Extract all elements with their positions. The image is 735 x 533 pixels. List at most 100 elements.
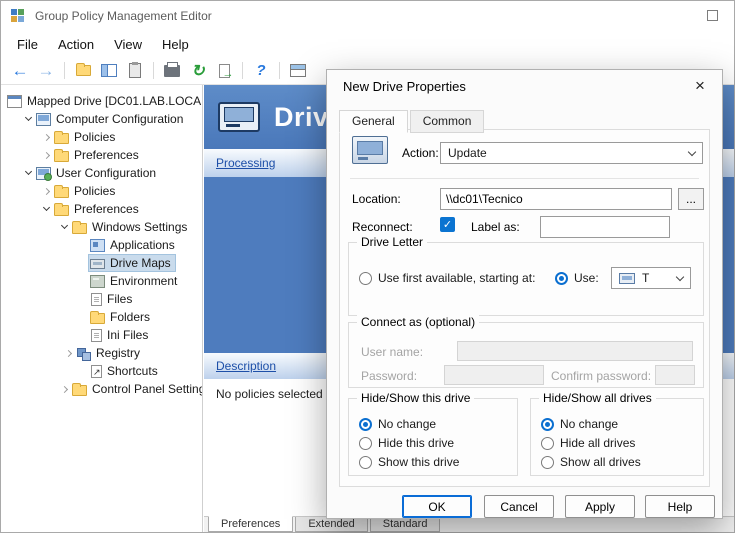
label-as-input[interactable] <box>540 216 670 238</box>
tree-item-environment[interactable]: Environment <box>1 272 202 290</box>
drive-letter-icon <box>619 273 635 284</box>
tree-item-mapped-drive[interactable]: Mapped Drive [DC01.LAB.LOCA <box>1 92 202 110</box>
processing-link[interactable]: Processing <box>216 156 275 170</box>
radio-icon <box>359 437 372 450</box>
user-icon <box>36 167 51 180</box>
tree-item-control-panel-settings[interactable]: Control Panel Setting <box>1 380 202 398</box>
console-tree-icon[interactable] <box>98 60 120 82</box>
hide-all-drives-radio[interactable]: Hide all drives <box>541 436 635 450</box>
radio-label: No change <box>560 417 618 431</box>
show-all-drives-radio[interactable]: Show all drives <box>541 455 641 469</box>
up-level-icon[interactable] <box>72 60 94 82</box>
tree-item-computer-configuration[interactable]: Computer Configuration <box>1 110 202 128</box>
all-drives-no-change-radio[interactable]: No change <box>541 417 618 431</box>
tree-item-preferences-computer[interactable]: Preferences <box>1 146 202 164</box>
tree-item-label: User Configuration <box>56 166 156 180</box>
drive-letter-value: T <box>642 271 677 285</box>
environment-icon <box>90 275 105 288</box>
forward-icon[interactable] <box>35 60 57 82</box>
shortcut-icon <box>91 365 102 378</box>
tree-item-shortcuts[interactable]: Shortcuts <box>1 362 202 380</box>
user-name-input <box>457 341 693 361</box>
tab-extended[interactable]: Extended <box>295 517 367 532</box>
radio-icon <box>359 272 372 285</box>
tree-item-user-configuration[interactable]: User Configuration <box>1 164 202 182</box>
refresh-icon[interactable] <box>187 60 209 82</box>
registry-icon <box>76 347 91 360</box>
chevron-down-icon[interactable] <box>21 172 35 174</box>
action-select[interactable]: Update <box>440 142 703 164</box>
use-first-available-radio[interactable]: Use first available, starting at: <box>359 271 535 285</box>
chevron-down-icon[interactable] <box>39 208 53 210</box>
radio-label: Hide this drive <box>378 436 454 450</box>
tab-general[interactable]: General <box>339 110 408 133</box>
hide-show-this-drive-title: Hide/Show this drive <box>357 391 474 405</box>
tree-item-label: Folders <box>110 310 150 324</box>
tree-item-ini-files[interactable]: Ini Files <box>1 326 202 344</box>
tab-preferences[interactable]: Preferences <box>208 516 293 532</box>
properties-icon[interactable] <box>124 60 146 82</box>
drive-action-icon <box>352 136 388 164</box>
tree-item-registry[interactable]: Registry <box>1 344 202 362</box>
radio-icon <box>541 437 554 450</box>
description-link[interactable]: Description <box>216 359 276 373</box>
use-radio[interactable]: Use: <box>555 271 599 285</box>
menu-file[interactable]: File <box>7 33 48 56</box>
chevron-right-icon[interactable] <box>39 189 53 194</box>
maximize-button[interactable] <box>707 10 718 21</box>
document-icon <box>91 293 102 306</box>
chevron-right-icon[interactable] <box>61 351 75 356</box>
drive-letter-group-title: Drive Letter <box>357 235 427 249</box>
cancel-button[interactable]: Cancel <box>484 495 554 518</box>
confirm-password-input <box>655 365 695 385</box>
apply-button[interactable]: Apply <box>565 495 635 518</box>
list-view-icon[interactable] <box>287 60 309 82</box>
tree-item-applications[interactable]: Applications <box>1 236 202 254</box>
tab-common[interactable]: Common <box>410 110 485 133</box>
tree-item-windows-settings[interactable]: Windows Settings <box>1 218 202 236</box>
confirm-password-label: Confirm password: <box>551 369 651 383</box>
tree-item-folders[interactable]: Folders <box>1 308 202 326</box>
hide-this-drive-radio[interactable]: Hide this drive <box>359 436 454 450</box>
menu-view[interactable]: View <box>104 33 152 56</box>
reconnect-checkbox[interactable] <box>440 217 455 232</box>
chevron-right-icon[interactable] <box>57 387 71 392</box>
chevron-right-icon[interactable] <box>39 153 53 158</box>
print-icon[interactable] <box>161 60 183 82</box>
chevron-down-icon[interactable] <box>21 118 35 120</box>
location-input[interactable] <box>440 188 672 210</box>
app-icon <box>11 9 26 24</box>
show-this-drive-radio[interactable]: Show this drive <box>359 455 459 469</box>
hide-show-all-drives-title: Hide/Show all drives <box>539 391 656 405</box>
radio-icon <box>541 456 554 469</box>
chevron-down-icon[interactable] <box>57 226 71 228</box>
tree-item-files[interactable]: Files <box>1 290 202 308</box>
chevron-right-icon[interactable] <box>39 135 53 140</box>
general-tab-page: Action: Update Location: ... Reconnect: … <box>339 129 710 487</box>
dialog-tab-strip: General Common <box>339 110 486 133</box>
password-input <box>444 365 544 385</box>
help-icon[interactable] <box>250 60 272 82</box>
tree-item-label: Preferences <box>74 202 139 216</box>
tree-item-policies-user[interactable]: Policies <box>1 182 202 200</box>
tree-item-policies-computer[interactable]: Policies <box>1 128 202 146</box>
menu-help[interactable]: Help <box>152 33 199 56</box>
menu-action[interactable]: Action <box>48 33 104 56</box>
help-button[interactable]: Help <box>645 495 715 518</box>
dialog-title: New Drive Properties <box>343 79 466 94</box>
tree-item-drive-maps[interactable]: Drive Maps <box>1 254 202 272</box>
console-tree: Mapped Drive [DC01.LAB.LOCA Computer Con… <box>1 85 203 532</box>
ok-button[interactable]: OK <box>402 495 472 518</box>
tree-item-label: Ini Files <box>107 328 148 342</box>
drive-letter-select[interactable]: T <box>611 267 691 289</box>
tree-item-preferences-user[interactable]: Preferences <box>1 200 202 218</box>
export-list-icon[interactable] <box>213 60 235 82</box>
folder-icon <box>72 385 87 396</box>
browse-button[interactable]: ... <box>678 188 704 210</box>
close-icon[interactable] <box>686 74 714 98</box>
password-label: Password: <box>361 369 417 383</box>
this-drive-no-change-radio[interactable]: No change <box>359 417 436 431</box>
tab-standard[interactable]: Standard <box>370 517 441 532</box>
window-title: Group Policy Management Editor <box>35 9 212 23</box>
back-icon[interactable] <box>9 60 31 82</box>
